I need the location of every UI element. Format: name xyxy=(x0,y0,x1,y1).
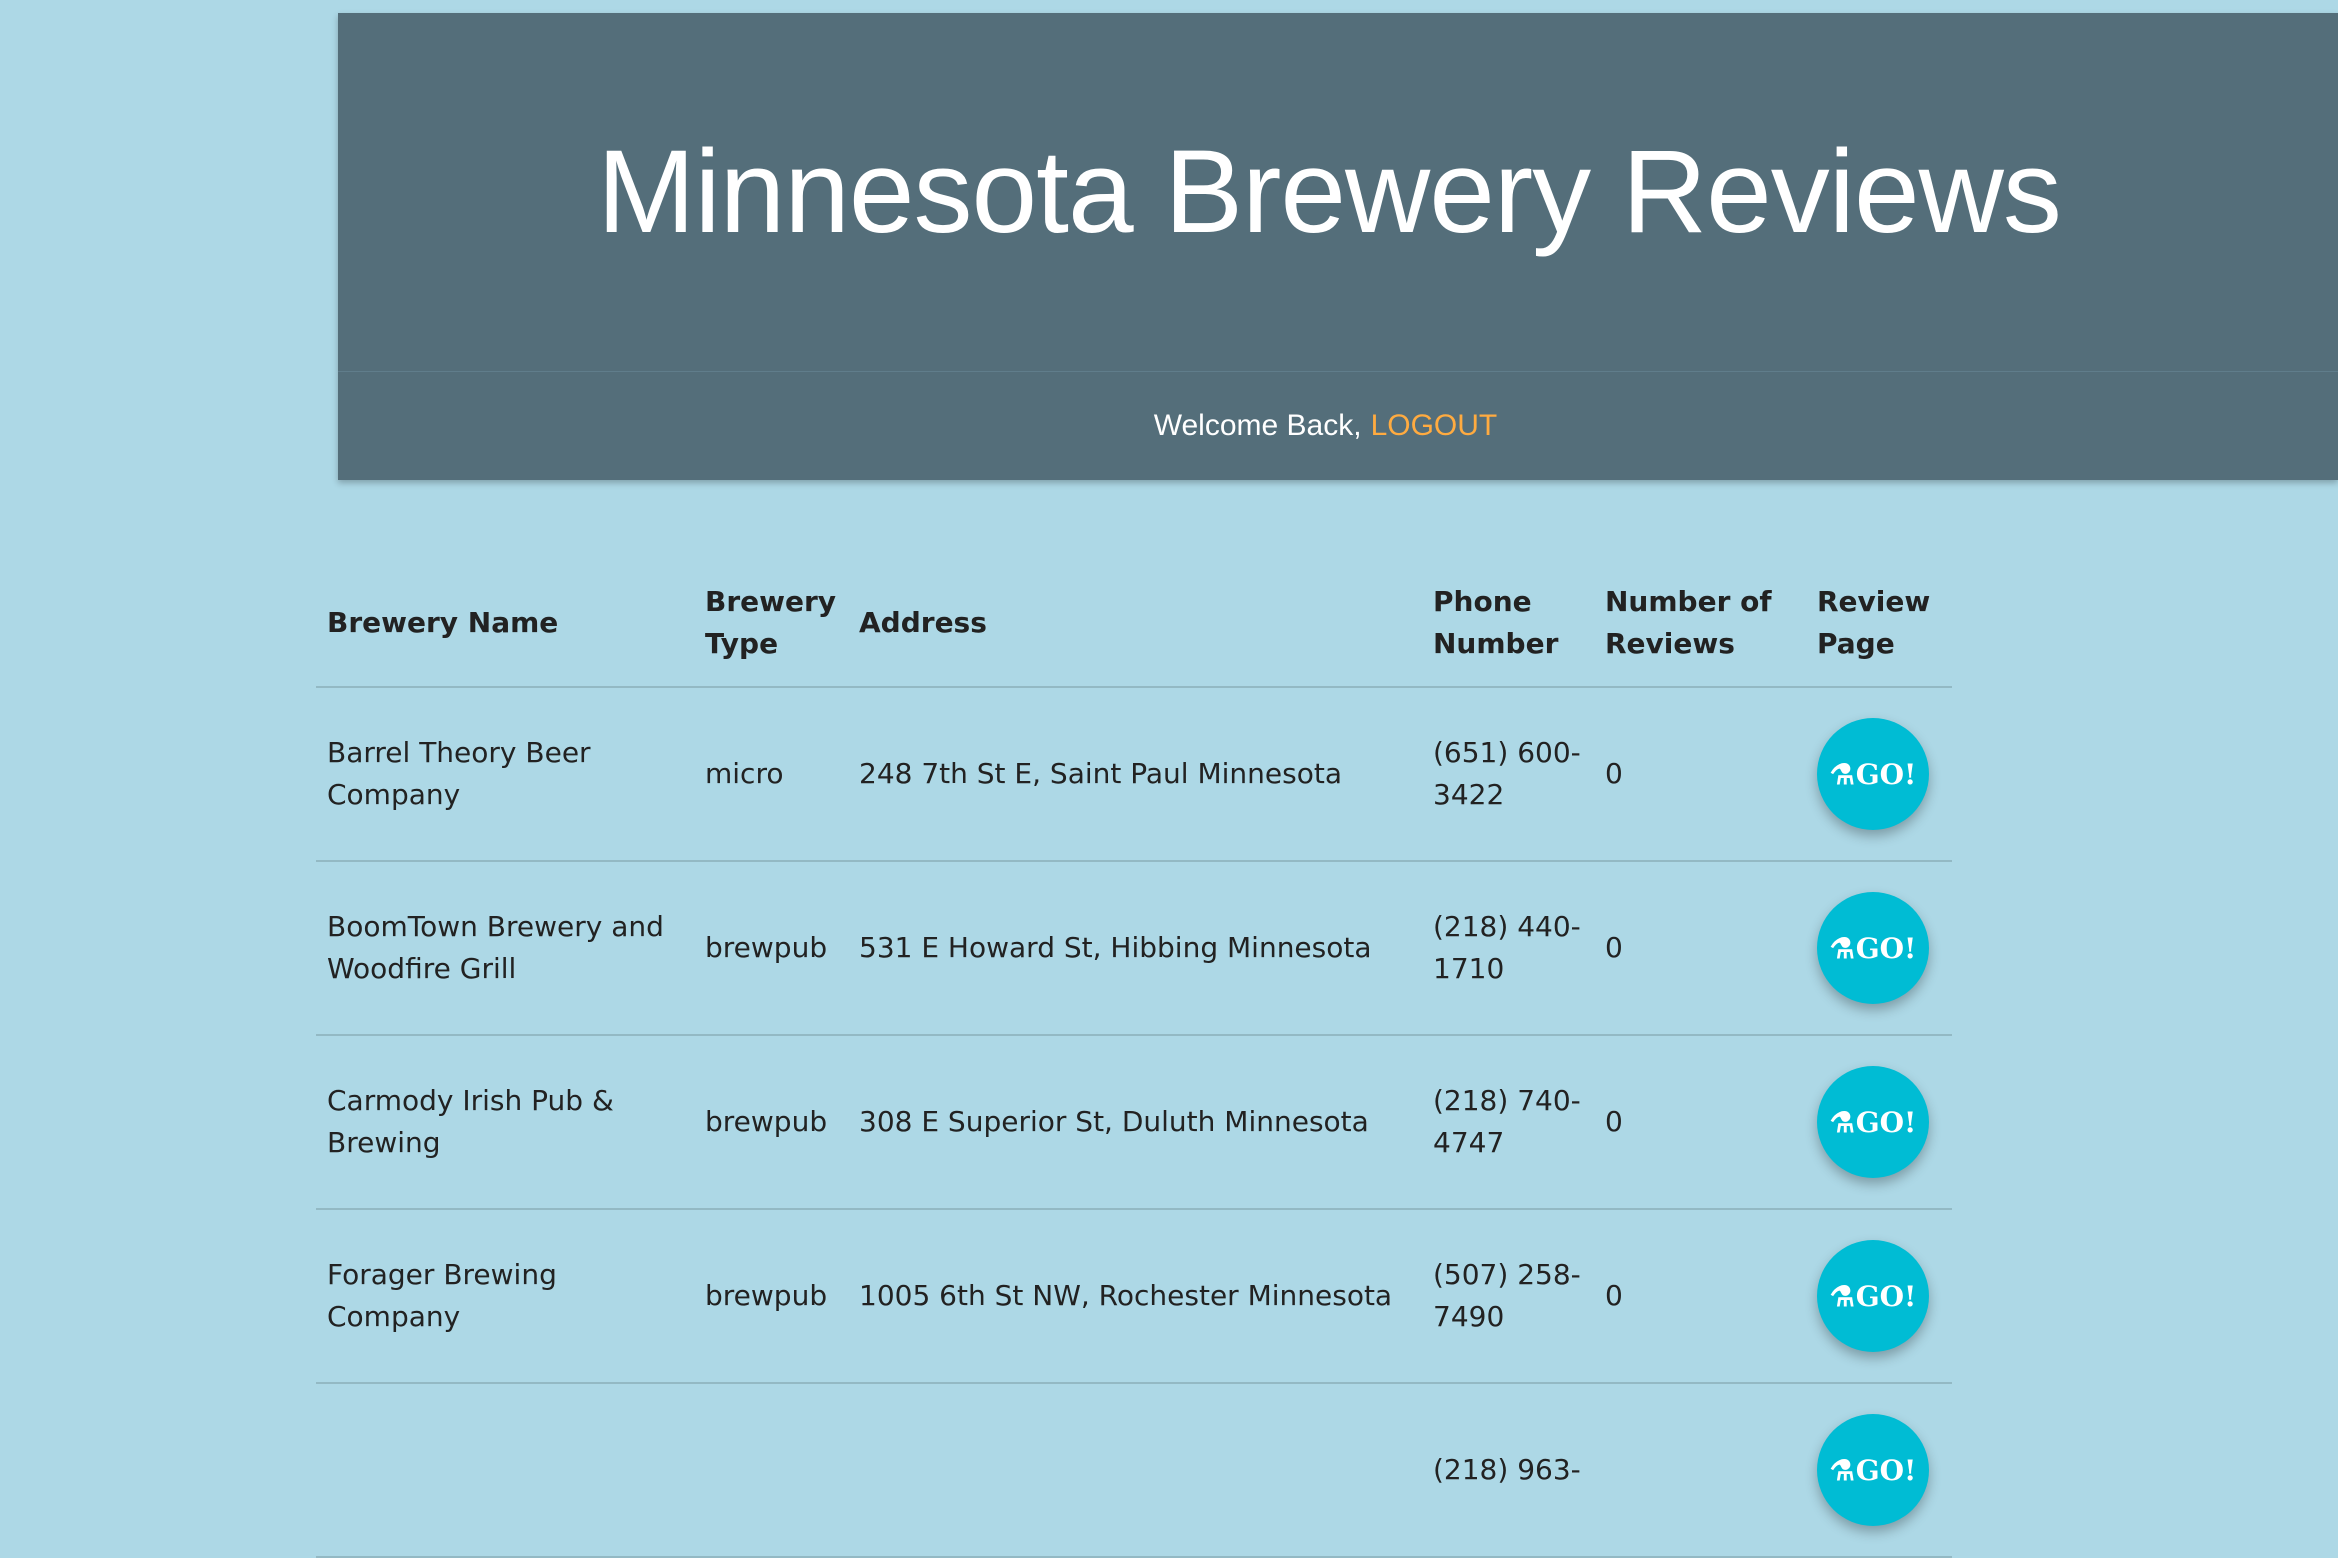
reviews-count-cell: 0 xyxy=(1594,1209,1806,1384)
brewery-type-cell xyxy=(694,1383,848,1558)
flask-icon: ⚗ xyxy=(1829,931,1855,965)
welcome-text: Welcome Back, xyxy=(1153,409,1362,442)
brewery-name-cell: BoomTown Brewery and Woodfire Grill xyxy=(316,861,694,1036)
brewery-table-container: Brewery Name Brewery Type Address Phone … xyxy=(316,560,1952,1558)
go-button[interactable]: ⚗ GO! xyxy=(1817,1414,1929,1526)
column-header-phone-number: Phone Number xyxy=(1422,560,1594,688)
brewery-type-cell: micro xyxy=(694,687,848,862)
column-header-brewery-type: Brewery Type xyxy=(694,560,848,688)
page-title-text: Minnesota Brewery Reviews xyxy=(597,126,2062,258)
brewery-type-cell: brewpub xyxy=(694,1209,848,1384)
column-header-review-page: Review Page xyxy=(1806,560,1952,688)
address-cell: 531 E Howard St, Hibbing Minnesota xyxy=(848,861,1422,1036)
phone-cell: (218) 740-4747 xyxy=(1422,1035,1594,1210)
column-header-address: Address xyxy=(848,560,1422,688)
phone-cell: (507) 258-7490 xyxy=(1422,1209,1594,1384)
flask-icon: ⚗ xyxy=(1829,1279,1855,1313)
table-row: (218) 963- ⚗ GO! xyxy=(316,1383,1952,1558)
address-cell: 308 E Superior St, Duluth Minnesota xyxy=(848,1035,1422,1210)
flask-icon: ⚗ xyxy=(1829,1105,1855,1139)
review-page-cell: ⚗ GO! xyxy=(1806,1383,1952,1558)
welcome-bar: Welcome Back, LOGOUT xyxy=(338,372,2313,480)
table-row: BoomTown Brewery and Woodfire Grill brew… xyxy=(316,861,1952,1036)
page-header: Minnesota Brewery Reviews Welcome Back, … xyxy=(338,13,2338,480)
table-row: Barrel Theory Beer Company micro 248 7th… xyxy=(316,687,1952,862)
go-button[interactable]: ⚗ GO! xyxy=(1817,718,1929,830)
brewery-name-cell: Forager Brewing Company xyxy=(316,1209,694,1384)
review-page-cell: ⚗ GO! xyxy=(1806,1209,1952,1384)
go-button-label: GO! xyxy=(1855,1453,1917,1487)
brewery-name-cell: Barrel Theory Beer Company xyxy=(316,687,694,862)
flask-icon: ⚗ xyxy=(1829,1453,1855,1487)
address-cell xyxy=(848,1383,1422,1558)
column-header-number-of-reviews: Number of Reviews xyxy=(1594,560,1806,688)
column-header-brewery-name: Brewery Name xyxy=(316,560,694,688)
go-button[interactable]: ⚗ GO! xyxy=(1817,1240,1929,1352)
reviews-count-cell xyxy=(1594,1383,1806,1558)
go-button-label: GO! xyxy=(1855,757,1917,791)
logout-link[interactable]: LOGOUT xyxy=(1371,409,1498,443)
table-row: Carmody Irish Pub & Brewing brewpub 308 … xyxy=(316,1035,1952,1210)
table-row: Forager Brewing Company brewpub 1005 6th… xyxy=(316,1209,1952,1384)
brewery-table: Brewery Name Brewery Type Address Phone … xyxy=(316,560,1952,1558)
reviews-count-cell: 0 xyxy=(1594,861,1806,1036)
go-button-label: GO! xyxy=(1855,1279,1917,1313)
brewery-name-cell xyxy=(316,1383,694,1558)
brewery-type-cell: brewpub xyxy=(694,1035,848,1210)
reviews-count-cell: 0 xyxy=(1594,687,1806,862)
page-title: Minnesota Brewery Reviews xyxy=(338,13,2338,371)
go-button-label: GO! xyxy=(1855,931,1917,965)
phone-cell: (218) 440-1710 xyxy=(1422,861,1594,1036)
brewery-name-cell: Carmody Irish Pub & Brewing xyxy=(316,1035,694,1210)
go-button[interactable]: ⚗ GO! xyxy=(1817,1066,1929,1178)
go-button-label: GO! xyxy=(1855,1105,1917,1139)
reviews-count-cell: 0 xyxy=(1594,1035,1806,1210)
phone-cell: (218) 963- xyxy=(1422,1383,1594,1558)
table-header-row: Brewery Name Brewery Type Address Phone … xyxy=(316,560,1952,688)
address-cell: 248 7th St E, Saint Paul Minnesota xyxy=(848,687,1422,862)
flask-icon: ⚗ xyxy=(1829,757,1855,791)
review-page-cell: ⚗ GO! xyxy=(1806,687,1952,862)
address-cell: 1005 6th St NW, Rochester Minnesota xyxy=(848,1209,1422,1384)
brewery-type-cell: brewpub xyxy=(694,861,848,1036)
review-page-cell: ⚗ GO! xyxy=(1806,1035,1952,1210)
go-button[interactable]: ⚗ GO! xyxy=(1817,892,1929,1004)
phone-cell: (651) 600-3422 xyxy=(1422,687,1594,862)
review-page-cell: ⚗ GO! xyxy=(1806,861,1952,1036)
